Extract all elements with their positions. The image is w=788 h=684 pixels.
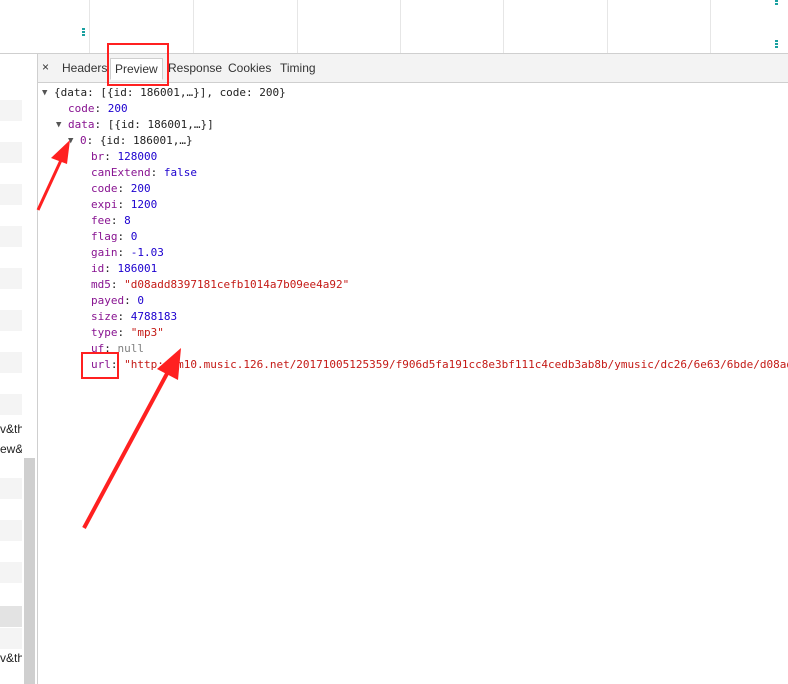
arrow-to-item-node (36, 157, 64, 211)
arrow-to-url (82, 367, 172, 529)
arrow-head-icon (51, 140, 70, 164)
annotation-arrows (36, 140, 181, 529)
arrow-head-icon (157, 348, 181, 380)
